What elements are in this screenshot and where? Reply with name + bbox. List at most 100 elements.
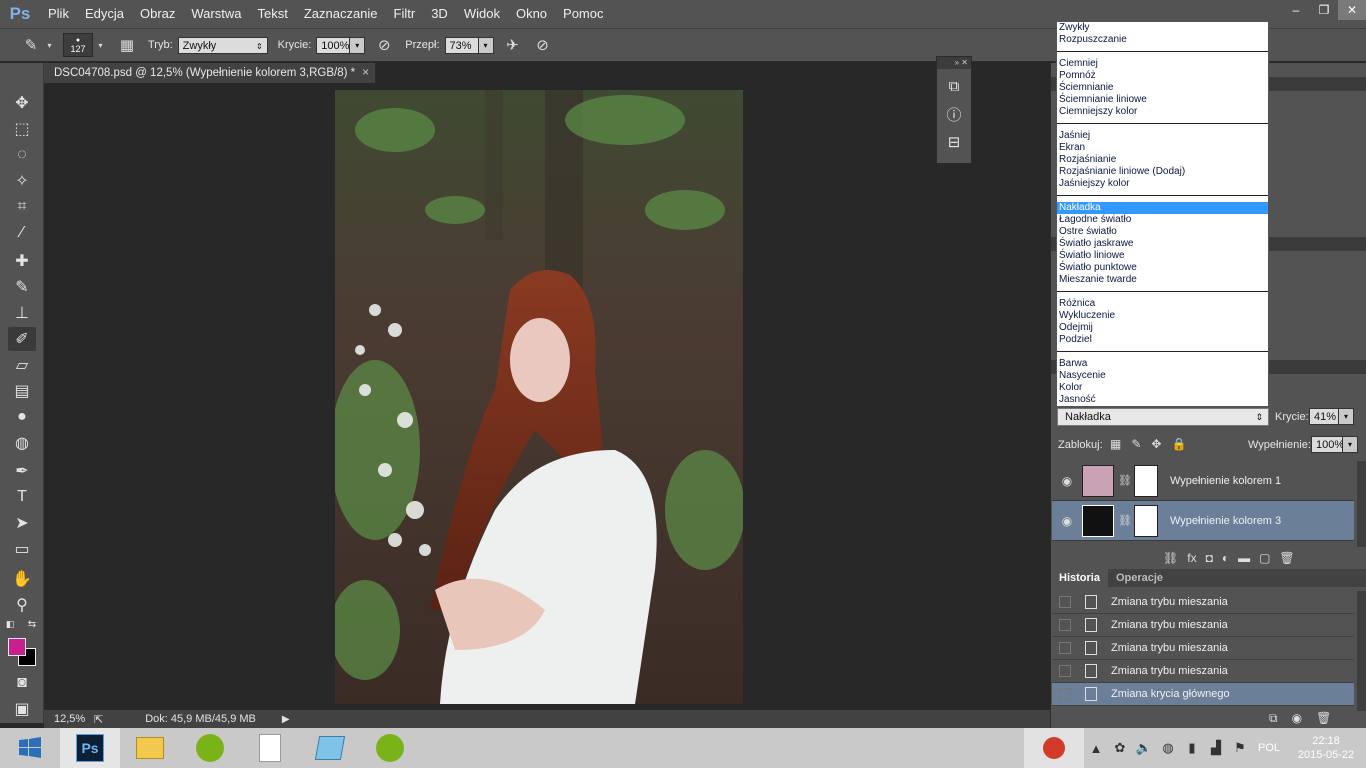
menu-okno[interactable]: Okno [508, 0, 555, 28]
menu-obraz[interactable]: Obraz [132, 0, 183, 28]
lock-pixels-icon[interactable]: ✎ [1131, 437, 1141, 451]
eye-icon[interactable]: ◉ [1052, 514, 1082, 528]
preset-dropdown-arrow[interactable]: ▾ [42, 37, 57, 54]
brush-panel-toggle-icon[interactable]: ▦ [116, 34, 138, 56]
lock-position-icon[interactable]: ✥ [1151, 437, 1161, 451]
export-icon[interactable]: ⇱ [94, 713, 103, 726]
taskbar-notepad[interactable] [240, 728, 300, 768]
new-group-icon[interactable]: ▬ [1238, 551, 1250, 565]
brush-size-dropdown-arrow[interactable]: ▾ [93, 37, 108, 54]
info-icon[interactable]: ⓘ [942, 103, 966, 125]
brush-tool-preset-icon[interactable]: ✎ [20, 34, 42, 56]
history-brush-source-checkbox[interactable] [1059, 642, 1071, 654]
zoom-level[interactable]: 12,5% [54, 713, 90, 725]
link-layers-icon[interactable]: ⛓ [1163, 551, 1178, 565]
healing-brush-tool-icon[interactable]: ✚ [8, 249, 36, 273]
action-center-icon[interactable] [1024, 728, 1084, 768]
layer-opacity-arrow[interactable]: ▾ [1339, 408, 1354, 425]
fill-arrow[interactable]: ▾ [1343, 436, 1358, 453]
blend-mode-option[interactable]: Ściemnianie liniowe [1057, 94, 1268, 106]
blend-mode-option[interactable]: Rozjaśnianie [1057, 154, 1268, 166]
zoom-tool-icon[interactable]: ⚲ [8, 593, 36, 617]
taskbar-spotify[interactable] [180, 728, 240, 768]
show-hidden-icons[interactable]: ▲ [1084, 741, 1108, 756]
blur-tool-icon[interactable]: ● [8, 405, 36, 429]
blend-mode-option[interactable]: Jaśniej [1057, 130, 1268, 142]
blend-mode-option[interactable]: Nasycenie [1057, 370, 1268, 382]
hand-tool-icon[interactable]: ✋ [8, 567, 36, 591]
swap-colors-icon[interactable]: ⇆ [24, 617, 40, 631]
chain-link-icon[interactable]: ⛓ [1118, 474, 1132, 487]
blend-mode-option[interactable]: Jasność [1057, 394, 1268, 406]
photo-canvas[interactable] [335, 90, 743, 704]
layer-blend-mode-select[interactable]: Nakładka ⇕ [1057, 408, 1269, 426]
blend-mode-option[interactable]: Podziel [1057, 334, 1268, 346]
history-brush-source-checkbox[interactable] [1059, 665, 1071, 677]
lock-all-icon[interactable]: 🔒 [1171, 437, 1186, 451]
layer-comps-icon[interactable]: ⧉ [942, 75, 966, 97]
history-brush-source-checkbox[interactable] [1059, 596, 1071, 608]
blend-mode-option[interactable]: Zwykły [1057, 22, 1268, 34]
blend-mode-option[interactable]: Nakładka [1057, 202, 1268, 214]
taskbar-explorer[interactable] [120, 728, 180, 768]
history-state[interactable]: Zmiana trybu mieszania [1052, 591, 1354, 614]
new-layer-icon[interactable]: ▢ [1259, 551, 1270, 565]
taskbar-photoshop[interactable]: Ps [60, 728, 120, 768]
canvas-area[interactable] [44, 83, 1050, 710]
volume-icon[interactable]: 🔈 [1132, 740, 1156, 756]
move-tool-icon[interactable]: ✥ [8, 91, 36, 115]
marquee-tool-icon[interactable]: ⬚ [8, 117, 36, 141]
opacity-input[interactable]: 100% [316, 36, 351, 54]
clock[interactable]: 22:18 2015-05-22 [1286, 734, 1366, 762]
quick-mask-icon[interactable]: ◙ [8, 671, 36, 695]
tablet-pressure-size-icon[interactable]: ⊘ [532, 34, 554, 56]
blend-mode-option[interactable]: Barwa [1057, 358, 1268, 370]
history-brush-tool-icon[interactable]: ✐ [8, 327, 36, 351]
blend-mode-option[interactable]: Łagodne światło [1057, 214, 1268, 226]
brush-tool-icon[interactable]: ✎ [8, 275, 36, 299]
blend-mode-option[interactable]: Ściemnianie [1057, 82, 1268, 94]
restore-button[interactable]: ❐ [1310, 0, 1338, 20]
tab-actions[interactable]: Operacje [1108, 572, 1171, 584]
crop-tool-icon[interactable]: ⌗ [8, 195, 36, 219]
history-state[interactable]: Zmiana trybu mieszania [1052, 637, 1354, 660]
history-brush-source-checkbox[interactable] [1059, 619, 1071, 631]
lock-transparency-icon[interactable]: ▦ [1110, 437, 1121, 451]
tablet-pressure-opacity-icon[interactable]: ⊘ [373, 34, 395, 56]
screen-mode-icon[interactable]: ▣ [8, 697, 36, 721]
history-state[interactable]: Zmiana krycia głównego [1052, 683, 1354, 706]
lasso-tool-icon[interactable]: ◌ [8, 143, 36, 167]
history-scrollbar[interactable] [1357, 591, 1366, 711]
menu-pomoc[interactable]: Pomoc [555, 0, 611, 28]
fill-input[interactable]: 100% [1311, 436, 1344, 453]
pen-tool-icon[interactable]: ✒ [8, 459, 36, 483]
layer-row[interactable]: ◉ ⛓ Wypełnienie kolorem 3 [1052, 501, 1354, 541]
dodge-tool-icon[interactable]: ◍ [8, 431, 36, 455]
history-state[interactable]: Zmiana trybu mieszania [1052, 614, 1354, 637]
chrome-icon[interactable]: ◍ [1156, 740, 1180, 756]
menu-zaznaczanie[interactable]: Zaznaczanie [296, 0, 386, 28]
menu-edycja[interactable]: Edycja [77, 0, 132, 28]
brush-size-picker[interactable]: ● 127 [63, 33, 93, 57]
opacity-dropdown-arrow[interactable]: ▾ [350, 36, 366, 54]
type-tool-icon[interactable]: T [8, 485, 36, 509]
airbrush-icon[interactable]: ✈ [502, 34, 524, 56]
flow-dropdown-arrow[interactable]: ▾ [478, 36, 494, 54]
layer-opacity-input[interactable]: 41% [1309, 408, 1339, 425]
foreground-color-swatch[interactable] [8, 638, 26, 656]
taskbar-spotify-2[interactable] [360, 728, 420, 768]
collapsed-panel-header[interactable]: » ✕ [937, 57, 971, 69]
default-colors-icon[interactable]: ◧ [2, 617, 18, 631]
chain-link-icon[interactable]: ⛓ [1118, 514, 1132, 527]
battery-icon[interactable]: ▮ [1180, 740, 1204, 756]
blend-mode-option[interactable]: Ciemniejszy kolor [1057, 106, 1268, 118]
start-button[interactable] [0, 728, 60, 768]
add-mask-icon[interactable]: ◘ [1206, 551, 1213, 565]
layer-row[interactable]: ◉ ⛓ Wypełnienie kolorem 1 [1052, 461, 1354, 501]
menu-widok[interactable]: Widok [456, 0, 508, 28]
blend-mode-option[interactable]: Światło punktowe [1057, 262, 1268, 274]
blend-mode-option[interactable]: Pomnóż [1057, 70, 1268, 82]
blend-mode-option[interactable]: Rozpuszczanie [1057, 34, 1268, 46]
blend-mode-option[interactable]: Jaśniejszy kolor [1057, 178, 1268, 190]
blend-mode-option[interactable]: Ekran [1057, 142, 1268, 154]
